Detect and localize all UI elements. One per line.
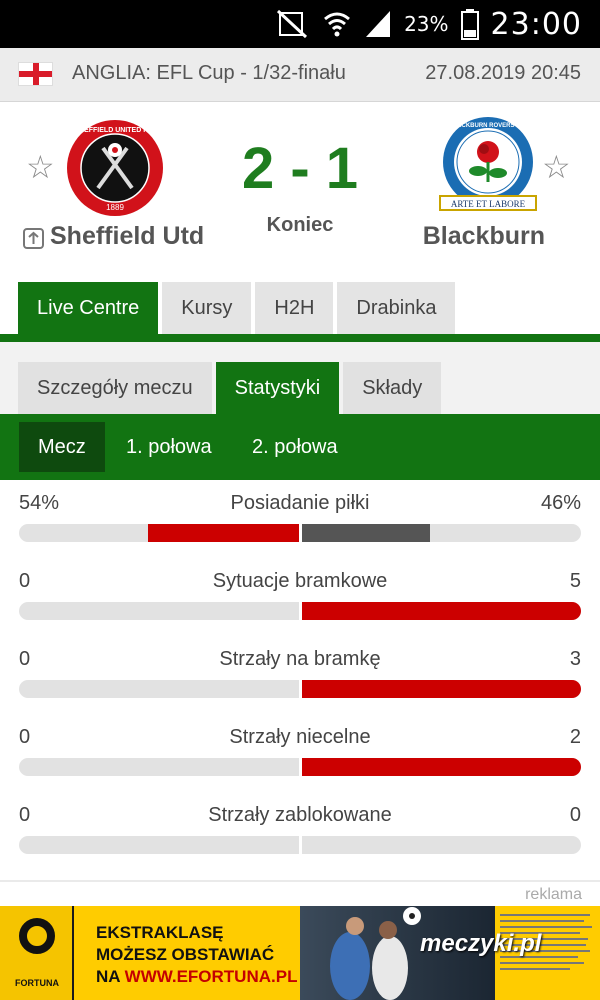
- match-datetime: 27.08.2019 20:45: [425, 62, 581, 84]
- main-tabs: Live Centre Kursy H2H Drabinka: [18, 282, 456, 334]
- stat-away-fill: [302, 758, 581, 776]
- stat-home-bar: [19, 836, 299, 854]
- ad-text: EKSTRAKLASĘ MOŻESZ OBSTAWIAĆ NA WWW.EFOR…: [96, 922, 297, 988]
- stat-away-value: 5: [569, 570, 581, 592]
- stat-home-fill: [147, 524, 299, 542]
- away-team-name[interactable]: Blackburn: [423, 222, 545, 251]
- match-status: Koniec: [266, 214, 334, 236]
- stat-label: Sytuacje bramkowe: [212, 570, 388, 592]
- battery-percentage: 23%: [404, 12, 449, 36]
- period-selector: Mecz 1. połowa 2. połowa: [0, 414, 600, 480]
- promotion-arrow-icon: [23, 228, 44, 249]
- crest-motto: ARTE ET LABORE: [451, 199, 526, 209]
- ad-link[interactable]: WWW.EFORTUNA.PL: [125, 967, 298, 986]
- home-team-name[interactable]: Sheffield Utd: [50, 222, 204, 251]
- tab-szczegoly-meczu[interactable]: Szczegóły meczu: [18, 362, 212, 414]
- stat-home-bar: [19, 680, 299, 698]
- stat-away-value: 46%: [540, 492, 581, 514]
- stat-away-bar: [302, 758, 581, 776]
- stat-away-value: 2: [569, 726, 581, 748]
- status-bar: 23% 23:00: [0, 0, 600, 48]
- fortuna-logo: FORTUNA: [0, 906, 74, 1000]
- stat-away-bar: [302, 602, 581, 620]
- signal-icon: [366, 11, 391, 37]
- blackburn-rovers-crest[interactable]: ARTE ET LABORE BLACKBURN ROVERS F.C.: [438, 116, 538, 216]
- competition-header: ANGLIA: EFL Cup - 1/32-finału 27.08.2019…: [0, 48, 600, 102]
- tab-live-centre[interactable]: Live Centre: [18, 282, 159, 334]
- stat-row-possession: 54% Posiadanie piłki 46%: [0, 492, 600, 570]
- tab-kursy[interactable]: Kursy: [162, 282, 252, 334]
- stat-home-bar: [19, 602, 299, 620]
- ad-line-1: EKSTRAKLASĘ: [96, 923, 224, 942]
- stat-row-shots-off-target: 0 Strzały niecelne 2: [0, 726, 600, 804]
- no-sim-icon: [277, 9, 308, 39]
- stat-row-shots-on-target: 0 Strzały na bramkę 3: [0, 648, 600, 726]
- period-second-half[interactable]: 2. połowa: [233, 422, 357, 472]
- stat-home-bar: [19, 524, 299, 542]
- main-tabs-underline: [0, 334, 600, 342]
- stat-away-bar: [302, 836, 581, 854]
- battery-icon: [460, 9, 479, 40]
- england-flag-icon: [18, 62, 53, 86]
- crest-home-text: SHEFFIELD UNITED F.C.: [74, 127, 155, 134]
- stat-label: Strzały na bramkę: [219, 648, 381, 670]
- period-first-half[interactable]: 1. połowa: [107, 422, 231, 472]
- stat-home-bar: [19, 758, 299, 776]
- stat-label: Strzały niecelne: [229, 726, 371, 748]
- tab-h2h[interactable]: H2H: [255, 282, 334, 334]
- tab-sklady[interactable]: Składy: [343, 362, 442, 414]
- ad-line-2: MOŻESZ OBSTAWIAĆ: [96, 945, 275, 964]
- stat-away-fill: [302, 524, 431, 542]
- competition-name[interactable]: ANGLIA: EFL Cup - 1/32-finału: [72, 62, 346, 85]
- stat-away-fill: [302, 602, 581, 620]
- crest-founded-year: 1889: [106, 203, 124, 212]
- wifi-icon: [324, 12, 351, 37]
- sub-tabs: Szczegóły meczu Statystyki Składy: [18, 362, 442, 414]
- stat-away-bar: [302, 680, 581, 698]
- stat-away-bar: [302, 524, 581, 542]
- fortuna-brand: FORTUNA: [15, 978, 59, 988]
- meczyki-watermark: meczyki.pl: [420, 930, 542, 957]
- stat-away-fill: [302, 680, 581, 698]
- crest-away-text: BLACKBURN ROVERS F.C.: [449, 123, 527, 129]
- ad-line-3: NA WWW.EFORTUNA.PL: [96, 966, 297, 988]
- favorite-away-star-icon[interactable]: ☆: [542, 148, 571, 186]
- divider: [0, 880, 600, 882]
- stat-away-value: 3: [569, 648, 581, 670]
- stat-label: Strzały zablokowane: [208, 804, 392, 826]
- tab-statystyki[interactable]: Statystyki: [215, 362, 340, 414]
- favorite-home-star-icon[interactable]: ☆: [26, 148, 55, 186]
- tab-drabinka[interactable]: Drabinka: [337, 282, 456, 334]
- stat-row-chances: 0 Sytuacje bramkowe 5: [0, 570, 600, 648]
- stat-away-value: 0: [569, 804, 581, 826]
- stat-row-blocked-shots: 0 Strzały zablokowane 0: [0, 804, 600, 882]
- sheffield-united-crest[interactable]: 1889 SHEFFIELD UNITED F.C.: [65, 118, 165, 218]
- ad-label: reklama: [525, 886, 582, 903]
- period-mecz[interactable]: Mecz: [19, 422, 105, 472]
- match-score: 2 - 1: [241, 136, 359, 201]
- clock: 23:00: [490, 6, 582, 42]
- stat-label: Posiadanie piłki: [230, 492, 370, 514]
- ad-line-3-prefix: NA: [96, 967, 125, 986]
